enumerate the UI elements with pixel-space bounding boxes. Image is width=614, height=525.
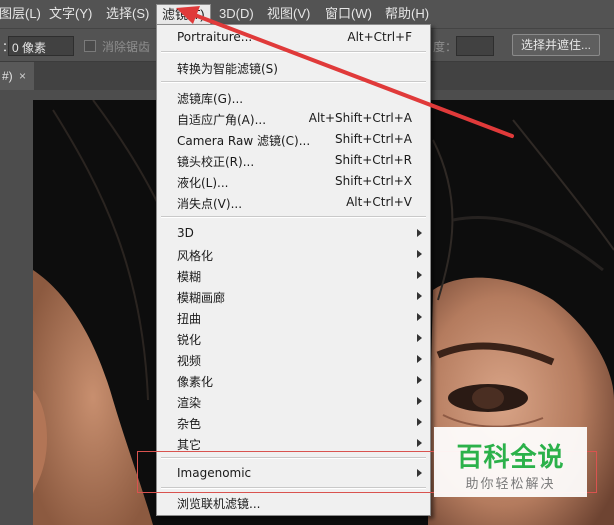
- menu-3d[interactable]: 3D(D): [214, 4, 259, 24]
- degree-label: 度：: [433, 40, 458, 54]
- document-tab[interactable]: #) ×: [0, 62, 34, 90]
- select-and-mask-button[interactable]: 选择并遮住...: [512, 34, 601, 56]
- submenu-arrow-icon: [417, 418, 422, 426]
- menu-item-lens-correction[interactable]: 镜头校正(R)... Shift+Ctrl+R: [157, 150, 430, 171]
- menu-layer[interactable]: 图层(L): [0, 4, 46, 24]
- submenu-arrow-icon: [417, 334, 422, 342]
- antialias-label: 消除锯齿: [102, 40, 151, 54]
- watermark-title: 百科全说: [456, 442, 565, 472]
- menu-item-filter-gallery[interactable]: 滤镜库(G)...: [157, 87, 430, 108]
- submenu-arrow-icon: [417, 292, 422, 300]
- menu-item-convert-smart-filter[interactable]: 转换为智能滤镜(S): [157, 57, 430, 78]
- menu-item-camera-raw[interactable]: Camera Raw 滤镜(C)... Shift+Ctrl+A: [157, 129, 430, 150]
- menu-item-pixelate[interactable]: 像素化: [157, 370, 430, 391]
- menu-item-browse-filters-online[interactable]: 浏览联机滤镜...: [157, 492, 430, 513]
- submenu-arrow-icon: [417, 376, 422, 384]
- filter-menu: Portraiture... Alt+Ctrl+F 转换为智能滤镜(S) 滤镜库…: [156, 24, 431, 516]
- menu-item-sharpen[interactable]: 锐化: [157, 328, 430, 349]
- submenu-arrow-icon: [417, 355, 422, 363]
- menu-item-video[interactable]: 视频: [157, 349, 430, 370]
- menu-item-noise[interactable]: 杂色: [157, 412, 430, 433]
- menu-separator: [161, 216, 426, 218]
- menu-item-render[interactable]: 渲染: [157, 391, 430, 412]
- submenu-arrow-icon: [417, 229, 422, 237]
- document-tab-label: #): [2, 69, 13, 83]
- menu-item-liquify[interactable]: 液化(L)... Shift+Ctrl+X: [157, 171, 430, 192]
- watermark-logo: 百科全说 助你轻松解决: [434, 427, 587, 497]
- photoshop-window: 图层(L) 文字(Y) 选择(S) 滤镜(T) 3D(D) 视图(V) 窗口(W…: [0, 0, 614, 525]
- menu-item-stylize[interactable]: 风格化: [157, 244, 430, 265]
- menu-item-adaptive-wide-angle[interactable]: 自适应广角(A)... Alt+Shift+Ctrl+A: [157, 108, 430, 129]
- menu-type[interactable]: 文字(Y): [44, 4, 97, 24]
- menu-item-blur-gallery[interactable]: 模糊画廊: [157, 286, 430, 307]
- submenu-arrow-icon: [417, 250, 422, 258]
- menu-window[interactable]: 窗口(W): [320, 4, 377, 24]
- feather-value: 0 像素: [12, 41, 47, 55]
- watermark-subtitle: 助你轻松解决: [465, 476, 556, 491]
- menu-item-blur[interactable]: 模糊: [157, 265, 430, 286]
- antialias-checkbox[interactable]: [84, 40, 96, 52]
- degree-field[interactable]: [456, 36, 494, 56]
- menu-item-3d[interactable]: 3D: [157, 223, 430, 244]
- submenu-arrow-icon: [417, 313, 422, 321]
- submenu-arrow-icon: [417, 271, 422, 279]
- menu-select[interactable]: 选择(S): [101, 4, 154, 24]
- close-icon[interactable]: ×: [19, 62, 26, 90]
- menu-item-portraiture[interactable]: Portraiture... Alt+Ctrl+F: [157, 27, 430, 48]
- submenu-arrow-icon: [417, 397, 422, 405]
- menu-help[interactable]: 帮助(H): [380, 4, 434, 24]
- menu-separator: [161, 81, 426, 83]
- menu-item-distort[interactable]: 扭曲: [157, 307, 430, 328]
- submenu-arrow-icon: [417, 439, 422, 447]
- feather-field[interactable]: 0 像素: [8, 36, 74, 56]
- menu-view[interactable]: 视图(V): [262, 4, 315, 24]
- menu-item-vanishing-point[interactable]: 消失点(V)... Alt+Ctrl+V: [157, 192, 430, 213]
- menu-separator: [161, 51, 426, 53]
